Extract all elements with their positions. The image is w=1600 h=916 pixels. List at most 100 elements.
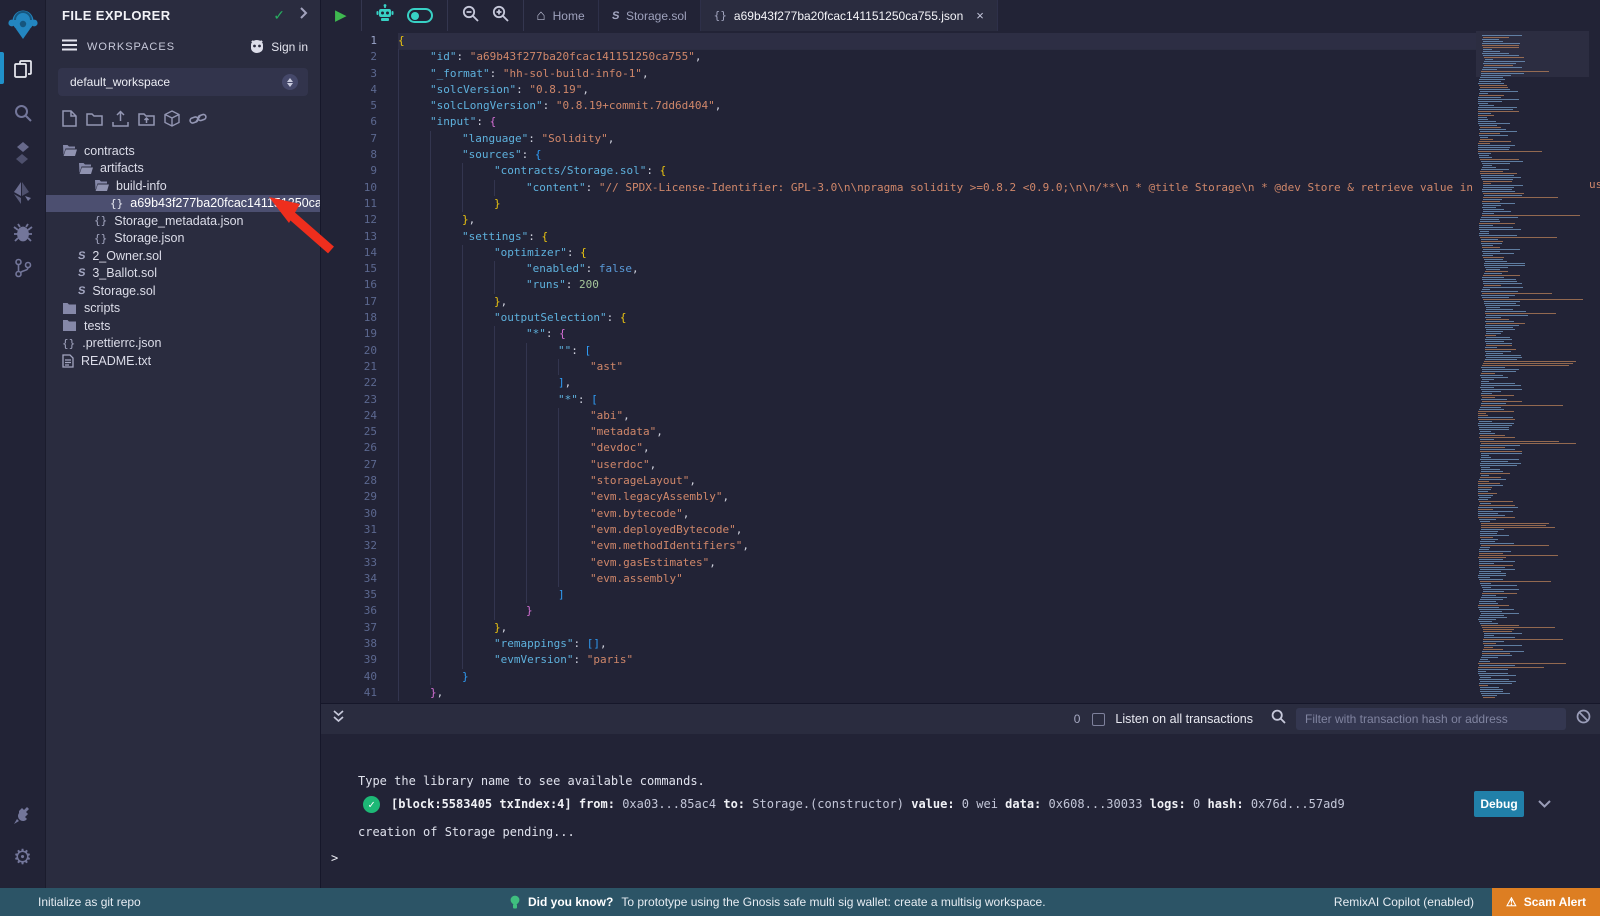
tab-storage-sol[interactable]: S Storage.sol <box>599 0 701 31</box>
sign-in-button[interactable]: Sign in <box>249 40 308 54</box>
solidity-compiler-icon[interactable] <box>0 136 45 170</box>
terminal-line: Type the library name to see available c… <box>358 773 705 790</box>
upload-folder-icon[interactable] <box>138 111 155 131</box>
transaction-log-row[interactable]: ✓ [block:5583405 txIndex:4] from: 0xa03.… <box>321 789 1600 819</box>
text-file-icon <box>62 354 74 368</box>
editor-tabbar: ▶ <box>321 0 1600 31</box>
plugin-manager-icon[interactable] <box>0 798 45 832</box>
file-explorer-icon[interactable] <box>0 52 45 86</box>
workspaces-menu-icon[interactable] <box>62 38 77 56</box>
scam-alert-badge[interactable]: ⚠ Scam Alert <box>1492 888 1600 916</box>
terminal-search-icon[interactable] <box>1271 709 1286 729</box>
tree-item-scripts[interactable]: scripts <box>46 300 320 318</box>
tx-expand-chevron-icon[interactable] <box>1538 797 1551 811</box>
folder-icon <box>62 302 77 315</box>
remix-logo-icon[interactable] <box>0 6 45 42</box>
solidity-file-icon: S <box>77 267 86 279</box>
json-braces-icon: {} <box>62 337 75 350</box>
code-lines: {"id": "a69b43f277ba20fcac141151250ca755… <box>398 33 1476 701</box>
zoom-out-icon[interactable] <box>462 5 479 27</box>
workspace-name: default_workspace <box>70 75 282 89</box>
tab-home[interactable]: ⌂ Home <box>524 0 599 31</box>
tree-item-tests[interactable]: tests <box>46 317 320 335</box>
json-braces-icon: {} <box>94 232 107 245</box>
tree-item-storage-metadata-json[interactable]: {}Storage_metadata.json <box>46 212 320 230</box>
tree-item-storage-sol[interactable]: SStorage.sol <box>46 282 320 300</box>
code-editor[interactable]: 1234567891011121314151617181920212223242… <box>321 31 1600 703</box>
close-tab-icon[interactable]: × <box>976 8 984 23</box>
copilot-status[interactable]: RemixAI Copilot (enabled) <box>1334 895 1474 909</box>
terminal-prompt[interactable]: > <box>331 851 338 865</box>
init-git-repo-action[interactable]: Initialize as git repo <box>0 895 141 909</box>
zoom-in-icon[interactable] <box>492 5 509 27</box>
file-actions-toolbar <box>46 96 320 138</box>
tree-item-readme-txt[interactable]: README.txt <box>46 352 320 370</box>
search-icon[interactable] <box>0 96 45 130</box>
workspace-stepper-icon <box>282 74 298 90</box>
tree-item-a69b43f277ba20fcac141151250ca7-[interactable]: {}a69b43f277ba20fcac141151250ca7... <box>46 195 320 213</box>
run-script-icon[interactable]: ▶ <box>335 8 347 23</box>
gutter: 1234567891011121314151617181920212223242… <box>321 33 398 701</box>
workspaces-label: WORKSPACES <box>87 41 249 53</box>
status-bar: Initialize as git repo Did you know? To … <box>0 888 1600 916</box>
listen-label[interactable]: Listen on all transactions <box>1115 712 1253 726</box>
activity-bar: ⚙ <box>0 0 45 888</box>
json-file-icon: {} <box>714 9 727 22</box>
main-area: ▶ <box>320 0 1600 888</box>
tx-success-icon: ✓ <box>363 796 380 813</box>
settings-gear-icon[interactable]: ⚙ <box>0 840 45 874</box>
folder-icon <box>62 319 77 332</box>
tab-build-info-json[interactable]: {} a69b43f277ba20fcac141151250ca755.json… <box>701 0 998 31</box>
tree-item--prettierrc-json[interactable]: {}.prettierrc.json <box>46 335 320 353</box>
tree-item-2-owner-sol[interactable]: S2_Owner.sol <box>46 247 320 265</box>
json-braces-icon: {} <box>94 214 107 227</box>
tx-log-text: [block:5583405 txIndex:4] from: 0xa03...… <box>391 797 1474 811</box>
terminal-output[interactable]: Type the library name to see available c… <box>321 734 1600 889</box>
ai-copilot-robot-icon[interactable] <box>376 4 394 27</box>
workspace-cube-icon[interactable] <box>164 110 180 132</box>
workspace-ok-icon[interactable]: ✓ <box>273 7 285 24</box>
warning-icon: ⚠ <box>1506 895 1517 909</box>
solidity-file-icon: S <box>77 250 86 262</box>
terminal-header: 0 Listen on all transactions <box>321 704 1600 734</box>
debug-button[interactable]: Debug <box>1474 791 1524 817</box>
debugger-icon[interactable] <box>0 215 45 249</box>
git-icon[interactable] <box>0 251 45 285</box>
remix-ide-window: ⚙ FILE EXPLORER ✓ WORKSPACES Sign in <box>0 0 1600 916</box>
panel-title: FILE EXPLORER <box>62 8 273 23</box>
tree-item-contracts[interactable]: contracts <box>46 142 320 160</box>
terminal-panel: 0 Listen on all transactions Type the li… <box>321 703 1600 888</box>
solidity-file-icon: S <box>611 10 620 22</box>
tree-item-storage-json[interactable]: {}Storage.json <box>46 230 320 248</box>
transaction-filter-input[interactable] <box>1296 708 1566 730</box>
github-icon <box>249 40 265 54</box>
json-braces-icon: {} <box>110 197 123 210</box>
home-icon: ⌂ <box>537 7 546 24</box>
clone-link-icon[interactable] <box>189 112 207 131</box>
tree-item-3-ballot-sol[interactable]: S3_Ballot.sol <box>46 265 320 283</box>
new-file-icon[interactable] <box>62 110 77 132</box>
listen-checkbox[interactable] <box>1092 713 1105 726</box>
folder-open-icon <box>62 144 77 157</box>
lightbulb-icon <box>510 895 520 910</box>
workspace-select[interactable]: default_workspace <box>58 68 308 96</box>
did-you-know-tip: Did you know? To prototype using the Gno… <box>510 895 1046 910</box>
terminal-collapse-icon[interactable] <box>333 710 344 728</box>
solidity-file-icon: S <box>77 285 86 297</box>
tree-item-artifacts[interactable]: artifacts <box>46 160 320 178</box>
deploy-run-icon[interactable] <box>0 176 45 210</box>
new-folder-icon[interactable] <box>86 111 103 131</box>
tree-item-build-info[interactable]: build-info <box>46 177 320 195</box>
panel-expand-icon[interactable] <box>299 6 308 24</box>
folder-open-icon <box>78 162 93 175</box>
overflow-text-fragment: us <box>1589 178 1600 191</box>
clear-console-icon[interactable] <box>1576 709 1591 729</box>
terminal-line: creation of Storage pending... <box>358 824 705 841</box>
copilot-toggle[interactable] <box>407 8 433 23</box>
upload-file-icon[interactable] <box>112 110 129 132</box>
listen-count: 0 <box>1074 712 1081 726</box>
folder-open-icon <box>94 179 109 192</box>
minimap[interactable] <box>1476 31 1589 703</box>
file-tree: contractsartifactsbuild-info{}a69b43f277… <box>46 142 320 370</box>
file-explorer-panel: FILE EXPLORER ✓ WORKSPACES Sign in defau… <box>45 0 320 888</box>
